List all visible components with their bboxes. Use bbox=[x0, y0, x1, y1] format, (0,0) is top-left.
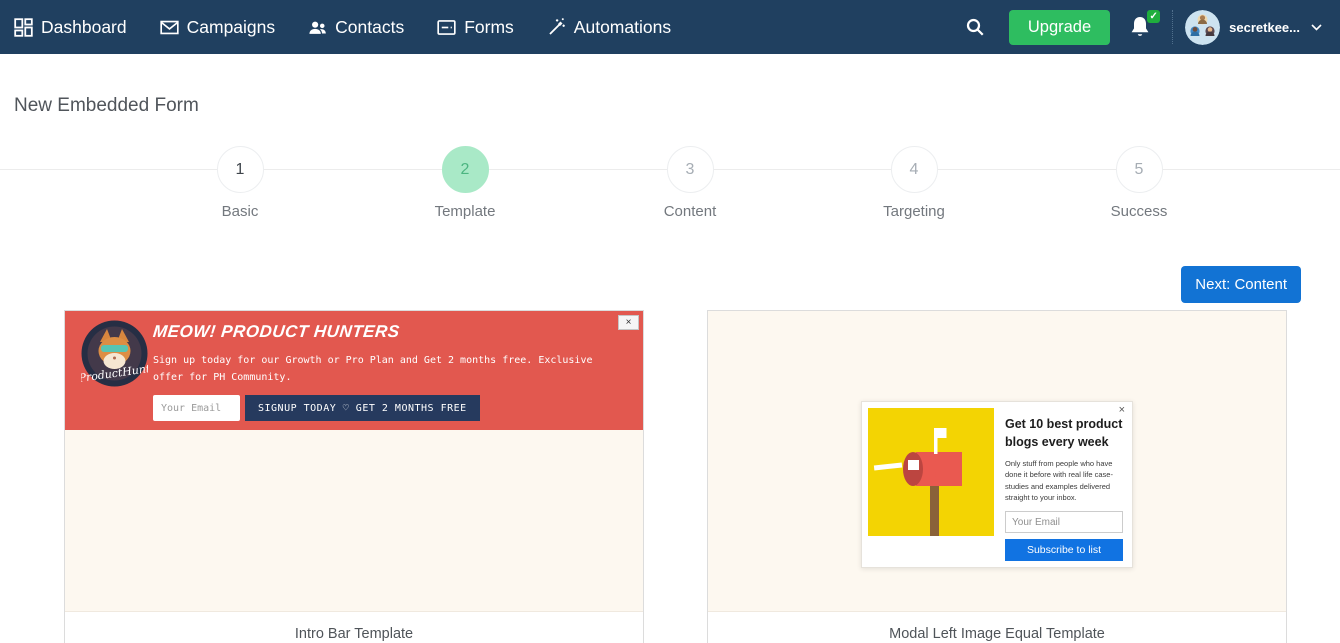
step-targeting[interactable]: 4 Targeting bbox=[839, 146, 989, 220]
nav-item-automations[interactable]: Automations bbox=[547, 17, 671, 38]
next-content-button[interactable]: Next: Content bbox=[1181, 266, 1301, 303]
username: secretkee... bbox=[1229, 20, 1300, 35]
mailbox-illustration bbox=[868, 408, 994, 536]
signup-button[interactable]: SIGNUP TODAY ♡ GET 2 MONTHS FREE bbox=[245, 395, 480, 421]
nav-divider bbox=[1172, 10, 1173, 44]
step-label: Basic bbox=[165, 203, 315, 220]
step-label: Content bbox=[615, 203, 765, 220]
template-gallery: × ProductHunt MEOW! PRODU bbox=[64, 310, 1340, 643]
nav-label: Forms bbox=[464, 17, 514, 38]
avatar bbox=[1185, 10, 1220, 45]
intro-bar: × ProductHunt MEOW! PRODU bbox=[65, 311, 643, 430]
template-name: Modal Left Image Equal Template bbox=[708, 612, 1286, 642]
top-navbar: Dashboard Campaigns Contacts bbox=[0, 0, 1340, 54]
email-field[interactable] bbox=[153, 395, 240, 421]
step-template[interactable]: 2 Template bbox=[390, 146, 540, 220]
search-icon[interactable] bbox=[951, 11, 999, 43]
modal-body: Get 10 best product blogs every week Onl… bbox=[1005, 408, 1123, 561]
envelope-icon bbox=[160, 18, 179, 37]
step-label: Targeting bbox=[839, 203, 989, 220]
intro-bar-title: MEOW! PRODUCT HUNTERS bbox=[152, 322, 609, 342]
step-success[interactable]: 5 Success bbox=[1064, 146, 1214, 220]
close-icon[interactable]: × bbox=[1119, 405, 1125, 416]
modal-title: Get 10 best product blogs every week bbox=[1005, 416, 1123, 451]
page-title: New Embedded Form bbox=[14, 95, 1340, 117]
chevron-down-icon[interactable] bbox=[1311, 18, 1322, 36]
actions-row: Next: Content bbox=[0, 266, 1340, 303]
people-icon bbox=[308, 18, 327, 37]
nav-item-campaigns[interactable]: Campaigns bbox=[160, 17, 276, 38]
modal-text: Only stuff from people who have done it … bbox=[1005, 458, 1123, 503]
nav-actions: Upgrade ✓ bbox=[951, 10, 1326, 45]
intro-bar-form: SIGNUP TODAY ♡ GET 2 MONTHS FREE bbox=[153, 395, 608, 421]
subscribe-modal: × Get 10 best product bl bbox=[861, 401, 1133, 568]
intro-bar-preview: × ProductHunt MEOW! PRODU bbox=[65, 311, 643, 612]
step-circle[interactable]: 5 bbox=[1116, 146, 1163, 193]
upgrade-button[interactable]: Upgrade bbox=[1009, 10, 1110, 45]
email-field[interactable] bbox=[1005, 511, 1123, 533]
notification-badge: ✓ bbox=[1147, 10, 1160, 23]
step-label: Template bbox=[390, 203, 540, 220]
nav-label: Dashboard bbox=[41, 17, 127, 38]
wizard-stepper: 1 Basic 2 Template 3 Content 4 Targeting… bbox=[0, 146, 1340, 222]
user-menu[interactable]: secretkee... bbox=[1185, 10, 1326, 45]
notifications-bell-icon[interactable]: ✓ bbox=[1120, 10, 1166, 45]
template-name: Intro Bar Template bbox=[65, 612, 643, 642]
step-basic[interactable]: 1 Basic bbox=[165, 146, 315, 220]
nav-label: Campaigns bbox=[187, 17, 276, 38]
product-hunt-cat-badge: ProductHunt bbox=[81, 320, 148, 387]
step-circle[interactable]: 4 bbox=[891, 146, 938, 193]
template-card-modal-left-image[interactable]: × Get 10 best product bl bbox=[707, 310, 1287, 643]
close-icon[interactable]: × bbox=[618, 315, 639, 330]
step-content[interactable]: 3 Content bbox=[615, 146, 765, 220]
template-card-intro-bar[interactable]: × ProductHunt MEOW! PRODU bbox=[64, 310, 644, 643]
dashboard-grid-icon bbox=[14, 18, 33, 37]
step-label: Success bbox=[1064, 203, 1214, 220]
step-circle[interactable]: 3 bbox=[667, 146, 714, 193]
step-circle[interactable]: 1 bbox=[217, 146, 264, 193]
modal-preview: × Get 10 best product bl bbox=[708, 311, 1286, 612]
nav-label: Contacts bbox=[335, 17, 404, 38]
form-card-icon bbox=[437, 18, 456, 37]
intro-bar-content: MEOW! PRODUCT HUNTERS Sign up today for … bbox=[153, 311, 608, 430]
magic-wand-icon bbox=[547, 18, 566, 37]
nav-item-dashboard[interactable]: Dashboard bbox=[14, 17, 127, 38]
nav-label: Automations bbox=[574, 17, 671, 38]
nav-item-contacts[interactable]: Contacts bbox=[308, 17, 404, 38]
step-circle[interactable]: 2 bbox=[442, 146, 489, 193]
nav-links: Dashboard Campaigns Contacts bbox=[14, 17, 671, 38]
intro-bar-body: Sign up today for our Growth or Pro Plan… bbox=[153, 353, 608, 386]
nav-item-forms[interactable]: Forms bbox=[437, 17, 514, 38]
subscribe-button[interactable]: Subscribe to list bbox=[1005, 539, 1123, 561]
